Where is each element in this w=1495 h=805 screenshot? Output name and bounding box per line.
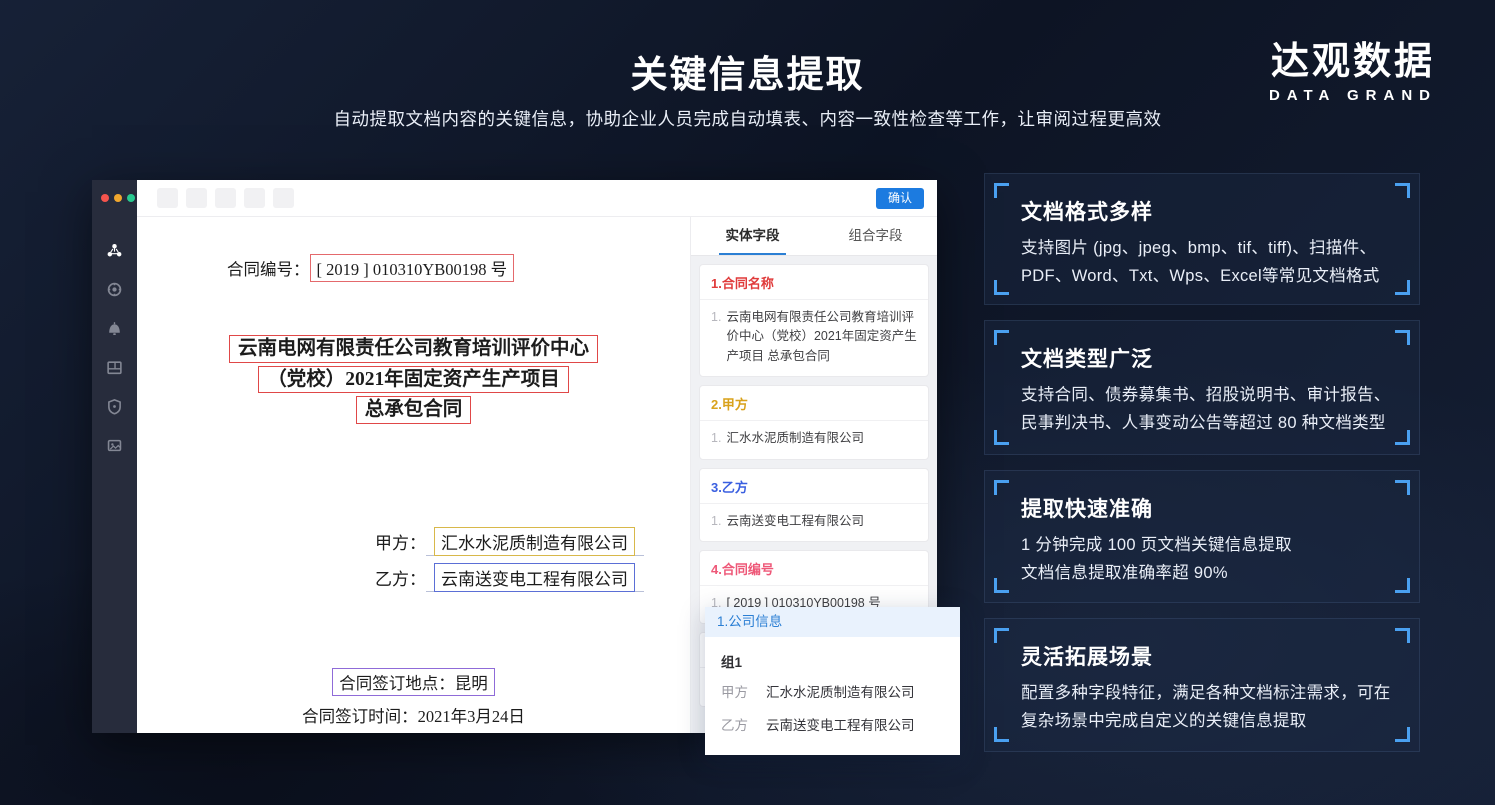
feature-description: 支持图片 (jpg、jpeg、bmp、tif、tiff)、扫描件、 PDF、Wo… bbox=[1021, 234, 1395, 290]
maximize-window-button[interactable] bbox=[127, 194, 135, 202]
feature-description: 支持合同、债券募集书、招股说明书、审计报告、 民事判决书、人事变动公告等超过 8… bbox=[1021, 381, 1395, 437]
popup-row-label: 乙方 bbox=[721, 714, 748, 734]
bell-icon[interactable] bbox=[106, 320, 123, 337]
field-value-index: 1. bbox=[711, 512, 721, 531]
feature-card-flexible: 灵活拓展场景 配置多种字段特征，满足各种文档标注需求，可在 复杂场景中完成自定义… bbox=[984, 618, 1420, 752]
corner-bracket-icon bbox=[1395, 183, 1410, 198]
brand-logo-subtitle: DATA GRAND bbox=[1269, 87, 1437, 104]
field-card-party-a[interactable]: 2.甲方 1. 汇水水泥质制造有限公司 bbox=[699, 385, 929, 459]
field-label: 4.合同编号 bbox=[700, 551, 928, 586]
corner-bracket-icon bbox=[994, 480, 1009, 495]
toolbar-placeholder[interactable] bbox=[273, 188, 294, 208]
field-value-index: 1. bbox=[711, 308, 721, 366]
field-value[interactable]: 汇水水泥质制造有限公司 bbox=[726, 429, 864, 448]
contract-title-highlight[interactable]: 云南电网有限责任公司教育培训评价中心 bbox=[229, 335, 598, 363]
toolbar-placeholder[interactable] bbox=[157, 188, 178, 208]
popup-row-value: 云南送变电工程有限公司 bbox=[766, 714, 915, 734]
field-label: 1.合同名称 bbox=[700, 265, 928, 300]
corner-bracket-icon bbox=[994, 183, 1009, 198]
corner-bracket-icon bbox=[994, 628, 1009, 643]
feature-title: 提取快速准确 bbox=[1021, 493, 1153, 523]
feature-card-formats: 文档格式多样 支持图片 (jpg、jpeg、bmp、tif、tiff)、扫描件、… bbox=[984, 173, 1420, 305]
contract-title: 云南电网有限责任公司教育培训评价中心 （党校）2021年固定资产生产项目 总承包… bbox=[137, 335, 690, 427]
popup-row-party-b[interactable]: 乙方 云南送变电工程有限公司 bbox=[721, 714, 944, 734]
corner-bracket-icon bbox=[1395, 280, 1410, 295]
corner-bracket-icon bbox=[1395, 480, 1410, 495]
toolbar-placeholder[interactable] bbox=[215, 188, 236, 208]
field-card-party-b[interactable]: 3.乙方 1. 云南送变电工程有限公司 bbox=[699, 468, 929, 542]
popup-group-label: 组1 bbox=[721, 651, 944, 671]
minimize-window-button[interactable] bbox=[114, 194, 122, 202]
party-a-line: 甲方： 汇水水泥质制造有限公司 bbox=[375, 527, 644, 556]
app-toolbar: 确认 bbox=[137, 180, 937, 217]
document-layout-icon[interactable] bbox=[106, 359, 123, 376]
contract-title-highlight[interactable]: （党校）2021年固定资产生产项目 bbox=[258, 366, 569, 394]
corner-bracket-icon bbox=[994, 330, 1009, 345]
field-value[interactable]: 云南送变电工程有限公司 bbox=[726, 512, 864, 531]
corner-bracket-icon bbox=[1395, 578, 1410, 593]
contract-number-highlight[interactable]: [ 2019 ] 010310YB00198 号 bbox=[310, 254, 515, 282]
feature-title: 灵活拓展场景 bbox=[1021, 641, 1153, 671]
close-window-button[interactable] bbox=[101, 194, 109, 202]
corner-bracket-icon bbox=[1395, 430, 1410, 445]
field-card-contract-name[interactable]: 1.合同名称 1.云南电网有限责任公司教育培训评价中心（党校）2021年固定资产… bbox=[699, 264, 929, 377]
contract-title-highlight[interactable]: 总承包合同 bbox=[356, 396, 472, 424]
confirm-button[interactable]: 确认 bbox=[876, 188, 924, 209]
toolbar-placeholder[interactable] bbox=[244, 188, 265, 208]
brand-logo-name: 达观数据 bbox=[1269, 30, 1437, 85]
feature-description: 1 分钟完成 100 页文档关键信息提取 文档信息提取准确率超 90% bbox=[1021, 531, 1395, 587]
field-label: 3.乙方 bbox=[700, 469, 928, 504]
contract-number-line: 合同编号：[ 2019 ] 010310YB00198 号 bbox=[227, 254, 514, 282]
party-b-line: 乙方： 云南送变电工程有限公司 bbox=[375, 563, 644, 592]
feature-title: 文档类型广泛 bbox=[1021, 343, 1153, 373]
gear-icon[interactable] bbox=[106, 281, 123, 298]
corner-bracket-icon bbox=[1395, 330, 1410, 345]
popup-row-label: 甲方 bbox=[721, 681, 748, 701]
toolbar-placeholder[interactable] bbox=[186, 188, 207, 208]
party-a-highlight[interactable]: 汇水水泥质制造有限公司 bbox=[434, 527, 635, 556]
field-value[interactable]: 云南电网有限责任公司教育培训评价中心（党校）2021年固定资产生产项目 总承包合… bbox=[726, 308, 917, 366]
tab-combined-fields[interactable]: 组合字段 bbox=[814, 217, 937, 255]
feature-card-speed: 提取快速准确 1 分钟完成 100 页文档关键信息提取 文档信息提取准确率超 9… bbox=[984, 470, 1420, 603]
shield-icon[interactable] bbox=[106, 398, 123, 415]
panel-tabs: 实体字段 组合字段 bbox=[691, 217, 937, 256]
party-b-highlight[interactable]: 云南送变电工程有限公司 bbox=[434, 563, 635, 592]
entity-extract-icon[interactable] bbox=[106, 242, 123, 259]
party-a-label: 甲方： bbox=[375, 534, 426, 553]
popup-row-party-a[interactable]: 甲方 汇水水泥质制造有限公司 bbox=[721, 681, 944, 701]
party-b-label: 乙方： bbox=[375, 570, 426, 589]
corner-bracket-icon bbox=[994, 727, 1009, 742]
corner-bracket-icon bbox=[1395, 727, 1410, 742]
popup-row-value: 汇水水泥质制造有限公司 bbox=[766, 681, 915, 701]
corner-bracket-icon bbox=[994, 280, 1009, 295]
brand-logo: 达观数据 DATA GRAND bbox=[1269, 30, 1437, 104]
image-icon[interactable] bbox=[106, 437, 123, 454]
page-subtitle: 自动提取文档内容的关键信息，协助企业人员完成自动填表、内容一致性检查等工作，让审… bbox=[0, 106, 1495, 131]
corner-bracket-icon bbox=[1395, 628, 1410, 643]
popup-header[interactable]: 1.公司信息 bbox=[705, 607, 960, 637]
feature-title: 文档格式多样 bbox=[1021, 196, 1153, 226]
tab-entity-fields[interactable]: 实体字段 bbox=[691, 217, 814, 255]
sign-place-highlight[interactable]: 合同签订地点：昆明 bbox=[332, 668, 495, 696]
sign-time-line: 合同签订时间：2021年3月24日 bbox=[137, 703, 690, 727]
document-page: 合同编号：[ 2019 ] 010310YB00198 号 云南电网有限责任公司… bbox=[137, 217, 690, 733]
app-sidebar bbox=[92, 180, 137, 733]
field-value-index: 1. bbox=[711, 429, 721, 448]
feature-card-types: 文档类型广泛 支持合同、债券募集书、招股说明书、审计报告、 民事判决书、人事变动… bbox=[984, 320, 1420, 455]
field-label: 2.甲方 bbox=[700, 386, 928, 421]
company-info-popup: 1.公司信息 组1 甲方 汇水水泥质制造有限公司 乙方 云南送变电工程有限公司 bbox=[705, 607, 960, 755]
feature-description: 配置多种字段特征，满足各种文档标注需求，可在 复杂场景中完成自定义的关键信息提取 bbox=[1021, 679, 1395, 735]
contract-number-label: 合同编号： bbox=[227, 260, 310, 279]
window-controls bbox=[92, 180, 137, 202]
corner-bracket-icon bbox=[994, 430, 1009, 445]
sign-place-line: 合同签订地点：昆明 bbox=[137, 668, 690, 696]
corner-bracket-icon bbox=[994, 578, 1009, 593]
